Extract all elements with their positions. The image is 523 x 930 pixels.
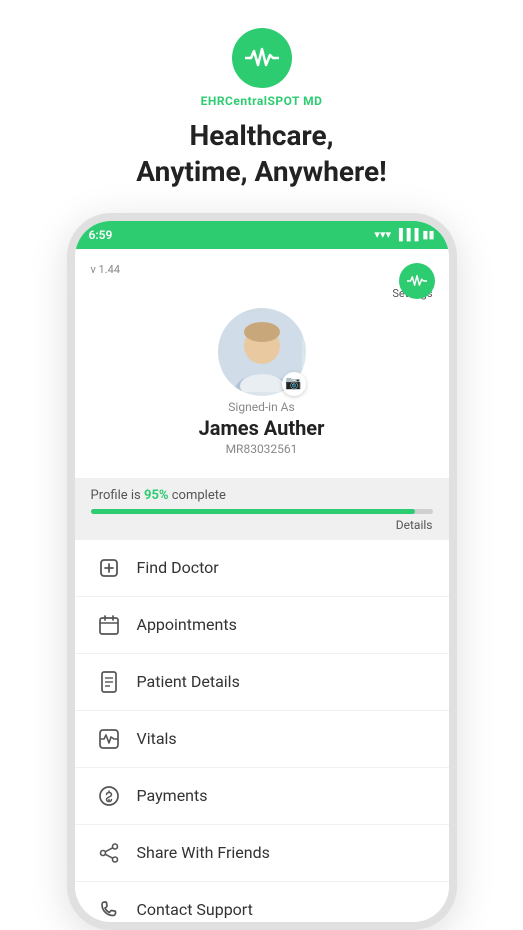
status-icons: ▾▾▾ ▐▐▐ ▮▮ (374, 228, 434, 241)
logo-area: EHRCentralSPOT MD (201, 0, 323, 108)
menu-item-payments[interactable]: Payments (75, 768, 449, 825)
find-doctor-label: Find Doctor (137, 558, 219, 577)
signal-icon: ▐▐▐ (395, 228, 418, 241)
brand-prefix: EHRCentral (201, 94, 268, 108)
complete-suffix: complete (172, 488, 226, 503)
logo-icon (232, 28, 292, 88)
menu-item-share-with-friends[interactable]: Share With Friends (75, 825, 449, 882)
find-doctor-icon (95, 554, 123, 582)
share-with-friends-icon (95, 839, 123, 867)
profile-complete-section: Profile is 95% complete Details (75, 478, 449, 540)
wifi-icon: ▾▾▾ (374, 228, 391, 241)
profile-top-row: v 1.44 ⚙ Settings (91, 263, 433, 300)
headline-line2: Anytime, Anywhere! (136, 155, 386, 188)
menu-list: Find Doctor Appointments Patient Details Vi… (75, 540, 449, 922)
brand-text: EHRCentralSPOT MD (201, 94, 323, 108)
menu-item-patient-details[interactable]: Patient Details (75, 654, 449, 711)
app-logo-button[interactable] (399, 263, 435, 299)
contact-support-label: Contact Support (137, 900, 253, 919)
profile-complete-text: Profile is 95% complete (91, 488, 433, 503)
status-time: 6:59 (89, 228, 113, 242)
patient-details-label: Patient Details (137, 672, 240, 691)
contact-support-icon (95, 896, 123, 922)
user-id: MR83032561 (226, 442, 298, 456)
menu-item-appointments[interactable]: Appointments (75, 597, 449, 654)
vitals-label: Vitals (137, 729, 177, 748)
vitals-icon (95, 725, 123, 753)
appointments-label: Appointments (137, 615, 237, 634)
payments-icon (95, 782, 123, 810)
battery-icon: ▮▮ (422, 228, 434, 241)
appointments-icon (95, 611, 123, 639)
headline-line1: Healthcare, (189, 119, 333, 152)
profile-section: v 1.44 ⚙ Settings (75, 249, 449, 478)
headline: Healthcare, Anytime, Anywhere! (136, 118, 386, 191)
progress-bar-fill (91, 509, 416, 514)
menu-item-vitals[interactable]: Vitals (75, 711, 449, 768)
complete-prefix: Profile is (91, 488, 141, 503)
phone-mockup: 6:59 ▾▾▾ ▐▐▐ ▮▮ v 1.44 ⚙ Settings (67, 213, 457, 930)
brand-suffix: SPOT MD (267, 94, 322, 108)
details-link[interactable]: Details (91, 518, 433, 532)
menu-item-contact-support[interactable]: Contact Support (75, 882, 449, 922)
status-bar: 6:59 ▾▾▾ ▐▐▐ ▮▮ (75, 221, 449, 249)
avatar-wrapper: 📷 (218, 308, 306, 396)
camera-icon[interactable]: 📷 (282, 372, 306, 396)
menu-item-find-doctor[interactable]: Find Doctor (75, 540, 449, 597)
version-text: v 1.44 (91, 263, 121, 276)
progress-bar (91, 509, 433, 514)
patient-details-icon (95, 668, 123, 696)
user-name: James Auther (199, 416, 325, 440)
complete-percent: 95% (144, 488, 169, 503)
signed-in-label: Signed-in As (228, 400, 294, 414)
share-with-friends-label: Share With Friends (137, 843, 270, 862)
payments-label: Payments (137, 786, 208, 805)
